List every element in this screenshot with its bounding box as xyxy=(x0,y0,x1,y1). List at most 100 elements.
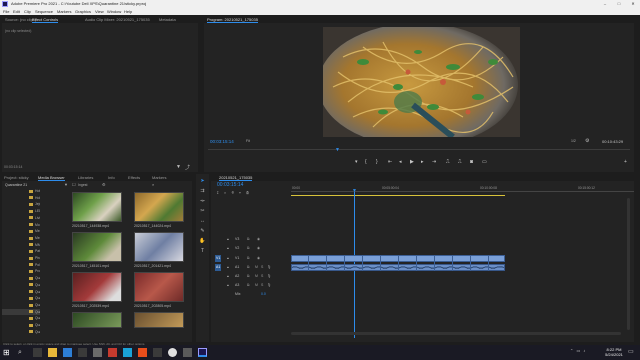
slip-tool-icon[interactable]: ↔ xyxy=(199,218,206,225)
work-area-bar[interactable] xyxy=(291,195,505,196)
lock-icon[interactable]: 🔒︎ xyxy=(227,236,229,243)
tab-libraries[interactable]: Libraries xyxy=(78,174,93,181)
lock-icon[interactable]: 🔒︎ xyxy=(227,255,229,262)
folder-item[interactable]: Quarantine Cooking xyxy=(2,322,40,328)
media-thumbnail[interactable] xyxy=(134,312,184,328)
tab-markers[interactable]: Markers xyxy=(152,174,166,181)
chrome-icon[interactable] xyxy=(168,348,177,357)
sync-lock-icon[interactable]: ⧉ xyxy=(247,245,250,252)
add-marker-icon[interactable]: ▾ xyxy=(355,159,358,165)
tab-audio-clip-mixer[interactable]: Audio Clip Mixer: 20210521_175035 xyxy=(85,16,150,23)
ripple-edit-icon[interactable]: ⟛ xyxy=(199,198,206,205)
pen-tool-icon[interactable]: ✎ xyxy=(199,228,206,235)
app-icon[interactable] xyxy=(78,348,87,357)
folder-item[interactable]: ProTeam Brush xyxy=(2,268,40,274)
media-thumbnail[interactable] xyxy=(134,272,184,302)
fit-dropdown[interactable]: Fit xyxy=(246,139,250,143)
sync-lock-icon[interactable]: ⧉ xyxy=(247,273,250,280)
menu-view[interactable]: View xyxy=(95,8,104,15)
folder-item[interactable]: Quarantine 18 xyxy=(2,289,40,295)
timeline-toolbar-icons[interactable]: ⟟ ∩ ⌾ ▾ ⚙ xyxy=(217,190,251,195)
folder-item[interactable]: Jeju Float xyxy=(2,201,40,207)
eye-icon[interactable]: ◉ xyxy=(257,245,260,252)
quality-dropdown[interactable]: 1/2 xyxy=(571,139,576,143)
notification-icon[interactable]: ▭ xyxy=(628,348,634,355)
sync-lock-icon[interactable]: ⧉ xyxy=(247,264,250,271)
step-back-icon[interactable]: ◂ xyxy=(399,159,402,165)
lock-icon[interactable]: 🔒︎ xyxy=(227,264,229,271)
export-icon[interactable]: ⤴ xyxy=(185,164,190,171)
folder-item[interactable]: Quarantine 11 xyxy=(2,275,40,281)
app-icon[interactable] xyxy=(108,348,117,357)
folder-item[interactable]: Mondo xyxy=(2,222,40,228)
timeline-timecode[interactable]: 00:03:15:14 xyxy=(217,182,243,188)
file-explorer-icon[interactable] xyxy=(48,348,57,357)
mute-button[interactable]: M xyxy=(255,264,258,271)
folder-item[interactable]: Police Highway xyxy=(2,262,40,268)
step-forward-icon[interactable]: ▸ xyxy=(421,159,424,165)
menu-file[interactable]: File xyxy=(3,8,9,15)
solo-button[interactable]: S xyxy=(261,264,263,271)
settings-icon[interactable]: ⚙ xyxy=(102,182,106,187)
mute-button[interactable]: M xyxy=(255,273,258,280)
folder-item[interactable]: LED Mask xyxy=(2,208,40,214)
windows-start-icon[interactable]: ⊞ xyxy=(3,348,12,357)
mic-icon[interactable]: 🎙︎ xyxy=(267,273,271,280)
mute-button[interactable]: M xyxy=(255,282,258,289)
extract-icon[interactable]: ⎍ xyxy=(458,159,462,165)
folder-item[interactable]: Quarantine 22 xyxy=(2,315,40,321)
maximize-button[interactable]: □ xyxy=(612,0,626,8)
media-thumbnail[interactable] xyxy=(72,272,122,302)
close-button[interactable]: ✕ xyxy=(626,0,640,8)
minimize-button[interactable]: – xyxy=(598,0,612,8)
type-tool-icon[interactable]: T xyxy=(199,248,206,255)
menu-window[interactable]: Window xyxy=(107,8,121,15)
lock-icon[interactable]: 🔒︎ xyxy=(227,282,229,289)
ingest-checkbox[interactable]: ☐ xyxy=(72,182,76,187)
go-to-out-icon[interactable]: ⇥ xyxy=(432,159,436,165)
folder-item[interactable]: Quarantine 21 xyxy=(2,308,40,315)
menu-graphics[interactable]: Graphics xyxy=(75,8,91,15)
tab-sequence[interactable]: 20210521_175035 xyxy=(219,174,253,181)
menu-edit[interactable]: Edit xyxy=(13,8,20,15)
tab-info[interactable]: Info xyxy=(108,174,115,181)
media-thumbnail[interactable] xyxy=(72,232,122,262)
lift-icon[interactable]: ⎍ xyxy=(446,159,450,165)
source-patch-v1[interactable]: V1 xyxy=(215,255,222,262)
search-icon[interactable]: ⌕ xyxy=(18,348,27,357)
task-view-icon[interactable] xyxy=(33,348,42,357)
folder-item[interactable]: Hot Pot xyxy=(2,188,40,194)
playhead-marker-icon[interactable]: ▼ xyxy=(335,147,340,153)
lock-icon[interactable]: 🔒︎ xyxy=(227,273,229,280)
mic-icon[interactable]: 🎙︎ xyxy=(267,264,271,271)
menu-clip[interactable]: Clip xyxy=(24,8,31,15)
media-thumbnail[interactable] xyxy=(134,192,184,222)
tab-media-browser[interactable]: Media Browser xyxy=(38,174,65,181)
solo-button[interactable]: S xyxy=(261,282,263,289)
app-icon[interactable] xyxy=(123,348,132,357)
horizontal-scrollbar[interactable] xyxy=(291,332,621,335)
media-thumbnail[interactable] xyxy=(134,232,184,262)
selection-tool-icon[interactable]: ➤ xyxy=(199,178,206,185)
wrench-icon[interactable]: ⚙ xyxy=(585,138,589,144)
premiere-taskbar-icon[interactable] xyxy=(198,348,207,357)
tab-effects[interactable]: Effects xyxy=(128,174,140,181)
folder-item[interactable]: Meal Prep 10 xyxy=(2,235,40,241)
tab-effect-controls[interactable]: Effect Controls xyxy=(32,16,59,23)
folder-item[interactable]: Patreon Trailer xyxy=(2,248,40,254)
sync-lock-icon[interactable]: ⧉ xyxy=(247,236,250,243)
store-icon[interactable] xyxy=(63,348,72,357)
folder-item[interactable]: Quarantine 20 xyxy=(2,302,40,308)
go-to-in-icon[interactable]: ⇤ xyxy=(388,159,392,165)
tab-project[interactable]: Project: sticky xyxy=(4,174,29,181)
system-tray-icons[interactable]: ⌃ ▭ ♪ xyxy=(570,348,586,353)
lock-icon[interactable]: 🔒︎ xyxy=(227,245,229,252)
mic-icon[interactable]: 🎙︎ xyxy=(267,282,271,289)
time-ruler[interactable]: 00:00 00:05:00:04 00:10:00:08 00:15:00:1… xyxy=(291,182,634,192)
folder-item[interactable]: Living Conditions xyxy=(2,215,40,221)
tab-metadata[interactable]: Metadata xyxy=(159,16,176,23)
eye-icon[interactable]: ◉ xyxy=(257,255,260,262)
play-icon[interactable]: ▶ xyxy=(410,159,414,165)
menu-help[interactable]: Help xyxy=(124,8,132,15)
location-dropdown[interactable]: Quarantine 21 xyxy=(5,183,27,187)
